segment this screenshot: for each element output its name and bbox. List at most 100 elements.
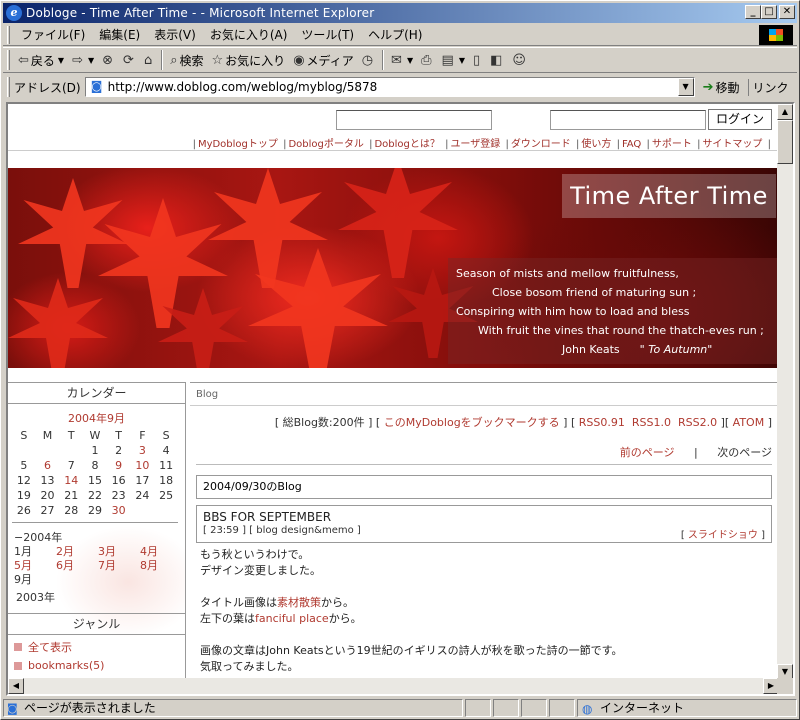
archive-month[interactable]: 2月 [56,545,98,559]
back-button[interactable]: ⇦ 戻る ▼ [14,49,68,71]
close-button[interactable]: ✕ [779,5,795,19]
favorites-button[interactable]: ☆ お気に入り [208,49,290,71]
banner-poem: Season of mists and mellow fruitfulness,… [448,258,778,364]
atom-link[interactable]: ATOM [733,416,765,429]
nav-doblog-portal[interactable]: Doblogポータル [288,139,363,150]
calendar-day: 24 [135,489,150,502]
status-bar: ◙ ページが表示されました ◍ インターネット [3,698,797,718]
header-input-1[interactable] [336,110,492,130]
stop-button[interactable]: ⊗ [98,49,119,71]
nav-register[interactable]: ユーザ登録 [450,139,500,150]
archive-month[interactable]: 8月 [140,559,182,573]
chevron-down-icon[interactable]: ▼ [58,56,64,65]
calendar-day: 13 [40,474,55,487]
prev-page-link[interactable]: 前のページ [620,446,675,459]
rss10-link[interactable]: RSS1.0 [632,416,671,429]
nav-howto[interactable]: 使い方 [581,139,611,150]
calendar-day: 7 [67,459,75,472]
login-button[interactable]: ログイン [708,109,772,130]
print-button[interactable]: ⎙ [417,49,437,71]
mail-button[interactable]: ✉ ▼ [387,49,417,71]
calendar-day [59,443,83,458]
address-dropdown[interactable]: ▼ [677,78,694,96]
vertical-scrollbar[interactable]: ▲ ▼ [777,104,793,680]
menu-view[interactable]: 表示(V) [147,26,203,43]
address-input[interactable]: ◙ http://www.doblog.com/weblog/myblog/58… [84,77,695,97]
calendar-day: 8 [91,459,99,472]
horizontal-scrollbar[interactable]: ◀ ▶ [8,678,779,694]
archive-month[interactable]: 4月 [140,545,182,559]
rss091-link[interactable]: RSS0.91 [579,416,625,429]
header-input-2[interactable] [550,110,706,130]
rss20-link[interactable]: RSS2.0 [678,416,717,429]
archive-month[interactable]: 5月 [14,559,56,573]
calendar-day: 23 [111,489,126,502]
genre-item-all[interactable]: 全て表示 [14,639,185,655]
calendar-day[interactable]: 30 [107,503,131,518]
calendar-month[interactable]: 2004年9月 [8,410,185,426]
chevron-down-icon[interactable]: ▼ [407,56,413,65]
calendar-day[interactable]: 6 [36,458,60,473]
home-button[interactable]: ⌂ [140,49,158,71]
page-icon: ◙ [90,79,103,93]
history-button[interactable]: ◷ [358,49,379,71]
calendar-day[interactable]: 9 [107,458,131,473]
scroll-up-icon[interactable]: ▲ [777,104,793,120]
slideshow-link[interactable]: スライドショウ [688,530,758,541]
maximize-button[interactable]: □ [761,5,777,19]
nav-sitemap[interactable]: サイトマップ [702,139,762,150]
go-button[interactable]: ➔ 移動 [703,79,740,96]
nav-support[interactable]: サポート [652,139,692,150]
menu-favorites[interactable]: お気に入り(A) [203,26,295,43]
chevron-down-icon[interactable]: ▼ [459,56,465,65]
minimize-button[interactable]: _ [745,5,761,19]
calendar-day: 27 [40,504,55,517]
messenger-button[interactable]: ☺ [508,49,532,71]
links-button[interactable]: リンク [747,78,789,96]
scroll-left-icon[interactable]: ◀ [8,678,24,694]
calendar-day: 26 [16,504,31,517]
bookmark-link[interactable]: このMyDoblogをブックマークする [384,416,560,429]
sozai-link[interactable]: 素材散策 [277,596,321,609]
menu-tools[interactable]: ツール(T) [294,26,361,43]
nav-download[interactable]: ダウンロード [511,139,571,150]
archive-month[interactable]: 3月 [98,545,140,559]
menu-file[interactable]: ファイル(F) [14,26,92,43]
calendar-day[interactable]: 14 [59,473,83,488]
go-arrow-icon: ➔ [702,79,714,95]
archive-prev-year[interactable]: 2003年 [16,589,185,605]
address-label: アドレス(D) [14,80,81,95]
calendar-day: 16 [111,474,126,487]
address-url[interactable]: http://www.doblog.com/weblog/myblog/5878 [108,80,378,94]
entry-title[interactable]: BBS FOR SEPTEMBER [203,510,765,524]
calendar-day: 20 [40,489,55,502]
fanciful-place-link[interactable]: fanciful place [255,612,329,625]
calendar-day[interactable]: 10 [131,458,155,473]
media-button[interactable]: ◉ メディア [289,49,358,71]
calendar-day: 18 [159,474,174,487]
standard-toolbar: ⇦ 戻る ▼ ⇨ ▼ ⊗ ⟳ ⌂ ⌕ 検索 ☆ お気に入り ◉ メディア ◷ ✉ ▼ ⎙ ▤ ▼… [3,47,797,73]
discuss-button[interactable]: ▯ [469,49,486,71]
search-button[interactable]: ⌕ 検索 [166,49,207,71]
calendar-day: 19 [16,489,31,502]
forward-button[interactable]: ⇨ ▼ [68,49,98,71]
menu-bar: ファイル(F) 編集(E) 表示(V) お気に入り(A) ツール(T) ヘルプ(… [3,24,797,46]
scroll-thumb[interactable] [777,120,793,164]
menu-help[interactable]: ヘルプ(H) [361,26,429,43]
square-bullet-icon [14,643,22,651]
calendar-day: 11 [159,459,174,472]
refresh-button[interactable]: ⟳ [119,49,140,71]
blog-section-title: Blog [190,382,778,406]
edit-button[interactable]: ▤ ▼ [438,49,469,71]
research-button[interactable]: ◧ [486,49,508,71]
calendar-day[interactable]: 3 [131,443,155,458]
menu-edit[interactable]: 編集(E) [92,26,147,43]
nav-faq[interactable]: FAQ [622,139,641,150]
nav-about[interactable]: Doblogとは？ [374,139,439,150]
chevron-down-icon[interactable]: ▼ [88,56,94,65]
nav-mydoblog-top[interactable]: MyDoblogトップ [198,139,278,150]
archive-month[interactable]: 6月 [56,559,98,573]
genre-title: ジャンル [8,613,185,635]
archive-month[interactable]: 7月 [98,559,140,573]
genre-item-bookmarks[interactable]: bookmarks(5) [14,659,185,672]
